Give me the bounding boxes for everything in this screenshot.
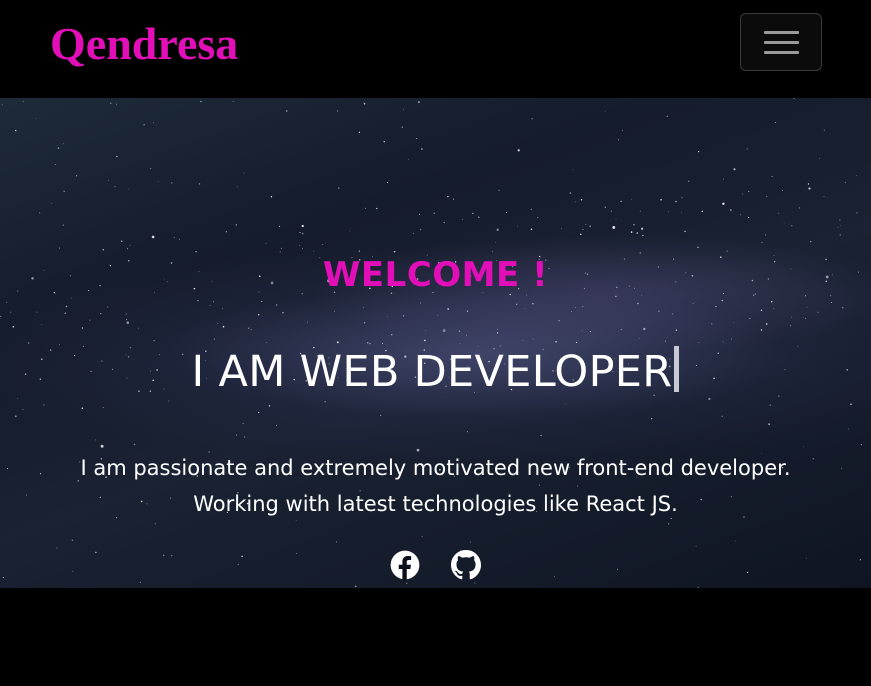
welcome-heading: WELCOME ! (322, 255, 549, 295)
description-line-2: Working with latest technologies like Re… (193, 492, 678, 516)
navbar-toggle-button[interactable] (740, 13, 822, 71)
headline: I AM WEB DEVELOPER (0, 344, 871, 400)
navbar: Qendresa (0, 0, 871, 98)
facebook-icon (390, 550, 420, 580)
brand-logo[interactable]: Qendresa (50, 14, 238, 74)
description-line-1: I am passionate and extremely motivated … (80, 456, 791, 480)
hero-section: WELCOME ! I AM WEB DEVELOPER I am passio… (0, 98, 871, 588)
description: I am passionate and extremely motivated … (0, 450, 871, 522)
headline-text: I AM WEB DEVELOPER (191, 347, 673, 397)
page-bottom-area (0, 588, 871, 686)
typing-cursor (674, 346, 680, 392)
github-icon (451, 550, 482, 580)
social-links (0, 550, 871, 584)
facebook-link[interactable] (390, 550, 420, 580)
github-link[interactable] (451, 550, 482, 580)
